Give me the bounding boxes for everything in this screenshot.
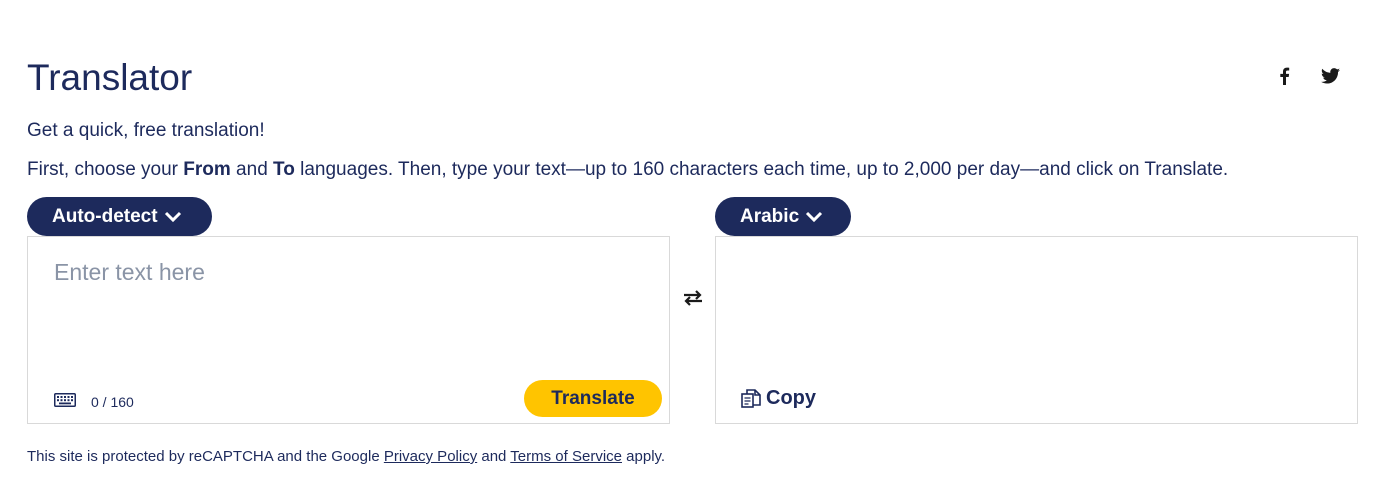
recaptcha-notice: This site is protected by reCAPTCHA and …	[27, 448, 665, 466]
social-links	[1274, 66, 1340, 86]
swap-icon	[684, 290, 702, 306]
footer-text1: This site is protected by reCAPTCHA and …	[27, 448, 384, 465]
target-panel: Copy	[715, 236, 1358, 424]
instructions: First, choose your From and To languages…	[27, 159, 1228, 181]
to-language-label: Arabic	[740, 205, 800, 227]
copy-button[interactable]: Copy	[741, 387, 816, 410]
from-language-label: Auto-detect	[52, 205, 158, 227]
copy-icon	[741, 389, 761, 408]
to-language-selector[interactable]: Arabic	[715, 197, 851, 236]
translate-button[interactable]: Translate	[524, 380, 662, 417]
instructions-part1: First, choose your	[27, 159, 184, 180]
chevron-down-icon	[806, 211, 823, 222]
source-panel: 0 / 160 Translate	[27, 236, 670, 424]
footer-text2: and	[477, 448, 511, 465]
page-title: Translator	[27, 57, 193, 98]
footer-text3: apply.	[622, 448, 666, 465]
source-text-input[interactable]	[54, 259, 644, 359]
terms-of-service-link[interactable]: Terms of Service	[510, 448, 622, 465]
swap-languages-button[interactable]	[680, 286, 706, 310]
subtitle: Get a quick, free translation!	[27, 120, 265, 141]
twitter-icon[interactable]	[1320, 66, 1340, 86]
instructions-from: From	[183, 159, 231, 180]
chevron-down-icon	[164, 211, 181, 222]
from-language-selector[interactable]: Auto-detect	[27, 197, 212, 236]
facebook-icon[interactable]	[1274, 66, 1294, 86]
character-counter: 0 / 160	[91, 394, 134, 410]
instructions-part2: and	[230, 159, 274, 180]
instructions-part3: languages. Then, type your text—up to 16…	[294, 159, 1229, 180]
instructions-to: To	[273, 159, 295, 180]
keyboard-icon[interactable]	[54, 393, 76, 407]
privacy-policy-link[interactable]: Privacy Policy	[384, 448, 477, 465]
copy-label: Copy	[766, 387, 816, 409]
